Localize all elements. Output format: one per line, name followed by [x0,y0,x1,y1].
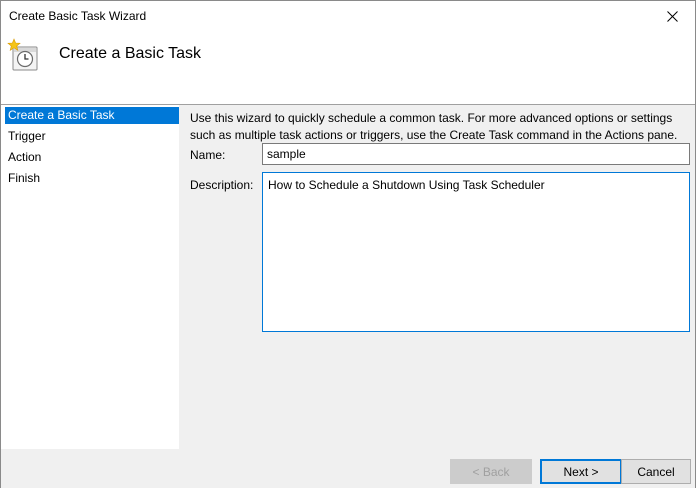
page-title: Create a Basic Task [59,45,201,62]
next-button[interactable]: Next > [540,459,622,484]
nav-item-finish[interactable]: Finish [5,170,179,187]
back-button[interactable]: < Back [450,459,532,484]
cancel-button[interactable]: Cancel [621,459,691,484]
title-bar: Create Basic Task Wizard [1,1,695,32]
wizard-footer: < Back Next > Cancel [1,449,695,488]
nav-item-action[interactable]: Action [5,149,179,166]
close-button[interactable] [649,1,695,32]
wizard-steps-nav: Create a Basic Task Trigger Action Finis… [1,105,179,449]
task-scheduler-clock-icon [7,38,38,71]
wizard-header: Create a Basic Task [1,32,695,104]
name-field[interactable]: sample [262,143,690,165]
nav-item-trigger[interactable]: Trigger [5,128,179,145]
nav-item-create-basic-task[interactable]: Create a Basic Task [5,107,179,124]
wizard-window: Create Basic Task Wizard Create a Basic … [0,0,696,488]
name-label: Name: [190,148,226,162]
wizard-intro-text: Use this wizard to quickly schedule a co… [190,111,678,142]
wizard-content: Create a Basic Task Trigger Action Finis… [1,105,695,449]
window-title: Create Basic Task Wizard [9,9,147,23]
description-label: Description: [190,178,254,192]
description-field[interactable]: How to Schedule a Shutdown Using Task Sc… [262,172,690,332]
close-icon [666,11,678,22]
